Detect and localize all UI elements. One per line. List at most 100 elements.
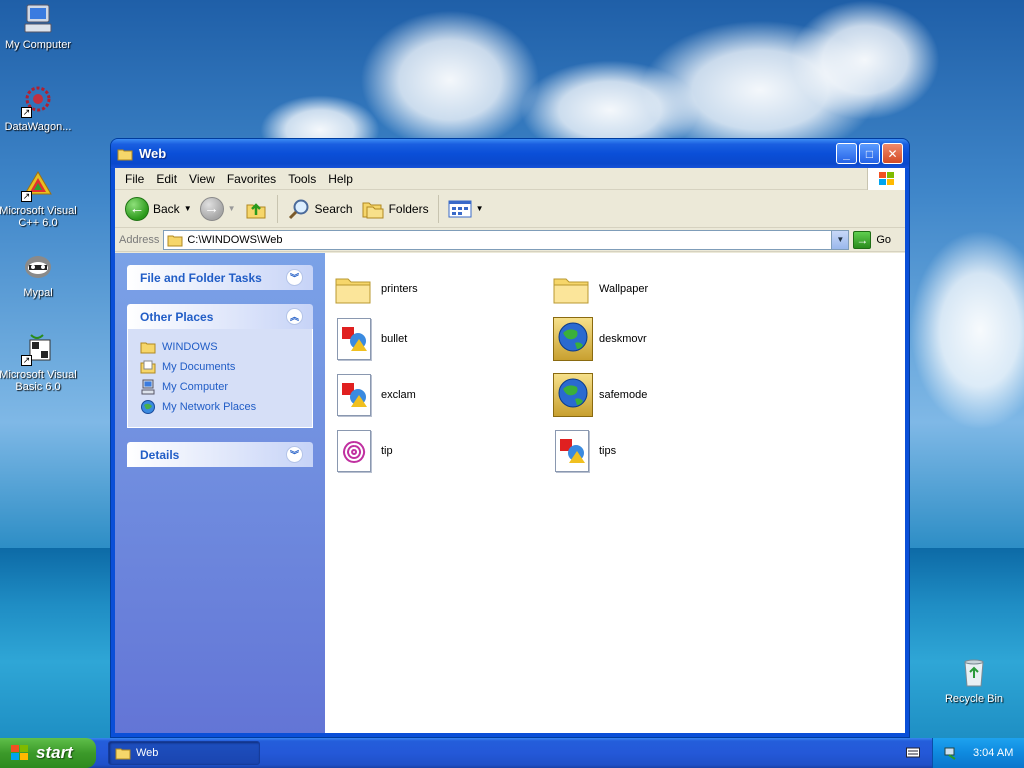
chevron-down-icon[interactable]: ︾ xyxy=(286,446,303,463)
place-my-computer[interactable]: My Computer xyxy=(140,377,300,397)
system-tray: 3:04 AM xyxy=(932,738,1024,768)
place-label: My Network Places xyxy=(162,401,257,413)
place-my-documents[interactable]: My Documents xyxy=(140,357,300,377)
file-item[interactable]: Wallpaper xyxy=(551,265,648,313)
datawagon-icon: ↗ xyxy=(21,84,55,118)
place-label: WINDOWS xyxy=(162,341,218,353)
menu-help[interactable]: Help xyxy=(322,172,359,186)
go-arrow-icon: → xyxy=(853,230,872,249)
image-file-icon xyxy=(333,371,373,419)
start-button[interactable]: start xyxy=(0,738,96,768)
search-button[interactable]: Search xyxy=(283,194,357,224)
desktop-icon-label: Recycle Bin xyxy=(944,693,1004,705)
maximize-icon: □ xyxy=(865,146,874,161)
file-item[interactable]: printers xyxy=(333,265,418,313)
file-name: deskmovr xyxy=(599,333,647,345)
desktop-icon-label: Microsoft Visual C++ 6.0 xyxy=(0,205,77,229)
views-dropdown-icon[interactable]: ▼ xyxy=(476,204,484,213)
other-places-header[interactable]: Other Places ︽ xyxy=(127,304,313,329)
menu-favorites[interactable]: Favorites xyxy=(221,172,282,186)
address-dropdown-icon[interactable]: ▼ xyxy=(831,230,849,249)
close-button[interactable]: ✕ xyxy=(882,143,903,164)
mypal-icon xyxy=(21,250,55,284)
details-panel: Details ︾ xyxy=(127,442,313,467)
title-bar[interactable]: Web _ □ ✕ xyxy=(111,139,909,168)
desktop-icon-label: Microsoft Visual Basic 6.0 xyxy=(0,369,77,393)
maximize-button[interactable]: □ xyxy=(859,143,880,164)
visual-cpp-icon: ↗ xyxy=(21,168,55,202)
address-input[interactable]: C:\WINDOWS\Web ▼ xyxy=(163,229,850,250)
network-tray-icon[interactable] xyxy=(943,745,959,761)
up-folder-button[interactable] xyxy=(240,194,272,224)
taskbar-item-label: Web xyxy=(136,747,159,759)
place-my-network-places[interactable]: My Network Places xyxy=(140,397,300,417)
menu-tools[interactable]: Tools xyxy=(282,172,322,186)
up-folder-icon xyxy=(246,202,266,218)
cloud xyxy=(790,0,940,120)
file-item[interactable]: bullet xyxy=(333,315,407,363)
desktop-icon-my-computer[interactable]: My Computer xyxy=(0,2,78,51)
details-header[interactable]: Details ︾ xyxy=(127,442,313,467)
panel-title: Details xyxy=(140,447,180,462)
folders-button[interactable]: Folders xyxy=(357,194,433,224)
panel-title: File and Folder Tasks xyxy=(140,270,262,285)
forward-dropdown-icon[interactable]: ▼ xyxy=(228,204,236,213)
my-documents-icon xyxy=(140,360,156,374)
back-button[interactable]: ← Back ▼ xyxy=(121,194,196,224)
file-item[interactable]: tip xyxy=(333,427,393,475)
folder-icon xyxy=(117,149,133,160)
desktop-icon-visual-cpp[interactable]: ↗ Microsoft Visual C++ 6.0 xyxy=(0,168,78,229)
address-bar: Address C:\WINDOWS\Web ▼ → Go xyxy=(115,228,905,252)
window-body: File Edit View Favorites Tools Help ← Ba… xyxy=(115,168,905,733)
menu-edit[interactable]: Edit xyxy=(150,172,183,186)
file-name: tips xyxy=(599,445,617,457)
keyboard-icon[interactable] xyxy=(906,746,920,758)
file-item[interactable]: tips xyxy=(551,427,616,475)
file-folder-tasks-header[interactable]: File and Folder Tasks ︾ xyxy=(127,265,313,290)
file-name: tip xyxy=(381,445,393,457)
back-dropdown-icon[interactable]: ▼ xyxy=(184,204,192,213)
folder-icon xyxy=(167,235,183,246)
explorer-window[interactable]: Web _ □ ✕ File Edit View Favorites Tools… xyxy=(111,139,909,737)
minimize-button[interactable]: _ xyxy=(836,143,857,164)
visual-basic-icon: ↗ xyxy=(21,332,55,366)
desktop-icon-recycle-bin[interactable]: Recycle Bin xyxy=(934,656,1014,705)
chevron-up-icon[interactable]: ︽ xyxy=(286,308,303,325)
address-value: C:\WINDOWS\Web xyxy=(187,233,283,246)
html-file-icon xyxy=(551,371,593,419)
go-button[interactable]: → Go xyxy=(853,230,891,249)
window-title: Web xyxy=(139,146,167,161)
chevron-down-icon[interactable]: ︾ xyxy=(286,269,303,286)
file-item[interactable]: deskmovr xyxy=(551,315,647,363)
folders-label: Folders xyxy=(388,201,429,216)
menu-file[interactable]: File xyxy=(119,172,150,186)
html-file-icon xyxy=(551,315,593,363)
taskbar-item-web[interactable]: Web xyxy=(108,741,260,765)
views-button[interactable]: ▼ xyxy=(444,194,488,224)
file-name: safemode xyxy=(599,389,648,401)
menu-view[interactable]: View xyxy=(183,172,221,186)
recycle-bin-icon xyxy=(957,656,991,690)
back-arrow-icon: ← xyxy=(125,196,149,221)
desktop-icon-label: Mypal xyxy=(23,287,53,299)
taskbar: start Web 3:04 AM xyxy=(0,738,1024,768)
file-item[interactable]: safemode xyxy=(551,371,647,419)
folder-icon xyxy=(115,748,131,760)
search-icon xyxy=(288,199,309,219)
forward-arrow-icon: → xyxy=(199,196,224,221)
desktop-icon-visual-basic[interactable]: ↗ Microsoft Visual Basic 6.0 xyxy=(0,332,78,393)
folders-icon xyxy=(362,202,384,218)
place-windows[interactable]: WINDOWS xyxy=(140,337,300,357)
file-name: Wallpaper xyxy=(599,283,649,295)
windows-logo-icon xyxy=(867,168,905,190)
desktop-icon-mypal[interactable]: Mypal xyxy=(0,250,78,299)
clock[interactable]: 3:04 AM xyxy=(973,747,1013,759)
file-item[interactable]: exclam xyxy=(333,371,416,419)
place-label: My Documents xyxy=(162,361,236,373)
shortcut-arrow-icon: ↗ xyxy=(21,355,32,366)
desktop-icon-datawagon[interactable]: ↗ DataWagon... xyxy=(0,84,78,133)
desktop-icon-label: DataWagon... xyxy=(4,121,72,133)
file-list: printers Wallpaper bullet deskmovr excla… xyxy=(325,253,905,733)
minimize-icon: _ xyxy=(843,146,850,161)
forward-button[interactable]: → ▼ xyxy=(196,194,240,224)
